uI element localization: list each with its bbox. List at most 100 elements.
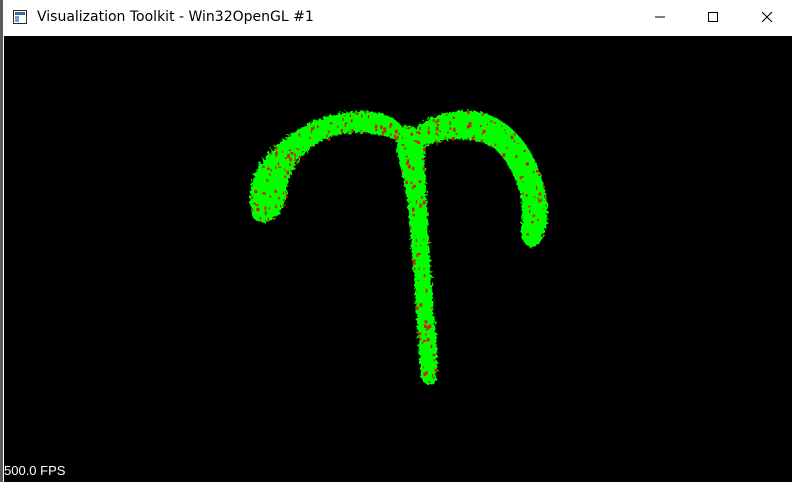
surface-speckle bbox=[416, 131, 419, 134]
surface-speckle bbox=[481, 113, 484, 116]
surface-speckle bbox=[449, 121, 451, 126]
surface-speckle bbox=[283, 205, 286, 207]
surface-speckle bbox=[410, 181, 413, 184]
surface-speckle bbox=[294, 159, 297, 161]
surface-speckle bbox=[473, 135, 475, 139]
surface-speckle bbox=[413, 267, 416, 270]
surface-speckle bbox=[409, 200, 411, 203]
surface-speckle bbox=[500, 125, 503, 127]
surface-speckle bbox=[293, 166, 296, 168]
surface-speckle bbox=[430, 344, 433, 349]
surface-speckle bbox=[294, 153, 296, 157]
surface-speckle bbox=[288, 149, 292, 151]
surface-speckle bbox=[435, 120, 438, 124]
surface-speckle bbox=[285, 194, 288, 199]
surface-speckle bbox=[505, 132, 507, 134]
surface-speckle bbox=[269, 195, 272, 198]
surface-speckle bbox=[436, 123, 439, 127]
surface-speckle bbox=[422, 158, 424, 161]
surface-speckle bbox=[421, 341, 424, 344]
surface-speckle bbox=[285, 191, 288, 193]
surface-speckle bbox=[418, 335, 420, 338]
surface-speckle bbox=[491, 120, 493, 123]
surface-speckle bbox=[264, 206, 267, 211]
surface-speckle bbox=[274, 189, 278, 193]
close-button[interactable] bbox=[744, 0, 790, 34]
surface-speckle bbox=[543, 185, 546, 188]
surface-speckle bbox=[298, 133, 301, 137]
surface-speckle bbox=[423, 324, 427, 329]
surface-speckle bbox=[427, 126, 430, 130]
surface-speckle bbox=[389, 133, 392, 136]
surface-speckle bbox=[479, 125, 482, 127]
surface-speckle bbox=[437, 118, 440, 122]
surface-speckle bbox=[423, 274, 426, 278]
surface-speckle bbox=[278, 166, 282, 168]
surface-speckle bbox=[270, 152, 272, 155]
surface-speckle bbox=[523, 150, 526, 153]
surface-speckle bbox=[266, 179, 269, 182]
title-bar[interactable]: Visualization Toolkit - Win32OpenGL #1 bbox=[3, 0, 794, 34]
render-viewport[interactable]: 500.0 FPS bbox=[4, 36, 792, 482]
surface-speckle bbox=[405, 155, 408, 158]
surface-speckle bbox=[275, 153, 277, 158]
surface-speckle bbox=[506, 147, 509, 149]
surface-speckle bbox=[284, 175, 287, 179]
surface-speckle bbox=[284, 157, 287, 159]
surface-speckle bbox=[403, 147, 407, 150]
surface-speckle bbox=[425, 333, 427, 336]
surface-speckle bbox=[431, 374, 434, 378]
surface-speckle bbox=[538, 199, 541, 203]
surface-speckle bbox=[533, 196, 536, 198]
surface-speckle bbox=[282, 191, 284, 195]
surface-speckle bbox=[411, 207, 415, 212]
surface-speckle bbox=[337, 125, 339, 129]
surface-speckle bbox=[262, 165, 265, 168]
surface-speckle bbox=[351, 129, 354, 133]
surface-speckle bbox=[264, 211, 267, 216]
surface-speckle bbox=[313, 125, 315, 130]
surface-speckle bbox=[412, 262, 416, 265]
surface-speckle bbox=[419, 203, 422, 208]
surface-speckle bbox=[270, 169, 273, 172]
surface-speckle bbox=[467, 110, 470, 114]
surface-speckle bbox=[425, 143, 428, 146]
surface-speckle bbox=[435, 132, 438, 136]
surface-speckle bbox=[381, 131, 385, 135]
surface-speckle bbox=[267, 217, 269, 222]
surface-speckle bbox=[302, 146, 304, 148]
surface-speckle bbox=[490, 144, 492, 146]
surface-speckle bbox=[423, 267, 425, 270]
surface-speckle bbox=[510, 135, 514, 140]
surface-speckle bbox=[327, 137, 331, 141]
maximize-icon bbox=[707, 11, 719, 23]
surface-speckle bbox=[401, 144, 405, 146]
surface-speckle bbox=[482, 129, 486, 134]
surface-speckle bbox=[425, 371, 428, 375]
surface-speckle bbox=[526, 233, 529, 236]
rendered-surface bbox=[249, 110, 548, 385]
surface-speckle bbox=[494, 143, 497, 146]
maximize-button[interactable] bbox=[690, 0, 736, 34]
surface-speckle bbox=[326, 134, 328, 138]
surface-speckle bbox=[417, 279, 420, 282]
surface-speckle bbox=[439, 130, 442, 132]
minimize-button[interactable] bbox=[637, 0, 683, 34]
surface-speckle bbox=[416, 253, 419, 257]
surface-speckle bbox=[437, 134, 440, 137]
surface-speckle bbox=[256, 204, 259, 207]
surface-speckle bbox=[283, 199, 285, 202]
surface-speckle bbox=[418, 180, 422, 183]
window-title: Visualization Toolkit - Win32OpenGL #1 bbox=[37, 9, 314, 25]
surface-speckle bbox=[422, 147, 426, 152]
surface-speckle bbox=[532, 171, 535, 174]
surface-speckle bbox=[543, 208, 545, 210]
surface-speckle bbox=[420, 196, 424, 199]
surface-speckle bbox=[418, 131, 421, 135]
surface-speckle bbox=[310, 129, 312, 133]
surface-speckle bbox=[278, 196, 280, 200]
surface-speckle bbox=[415, 238, 418, 243]
surface-speckle bbox=[415, 245, 417, 247]
surface-speckle bbox=[380, 125, 383, 130]
surface-speckle bbox=[419, 126, 421, 131]
